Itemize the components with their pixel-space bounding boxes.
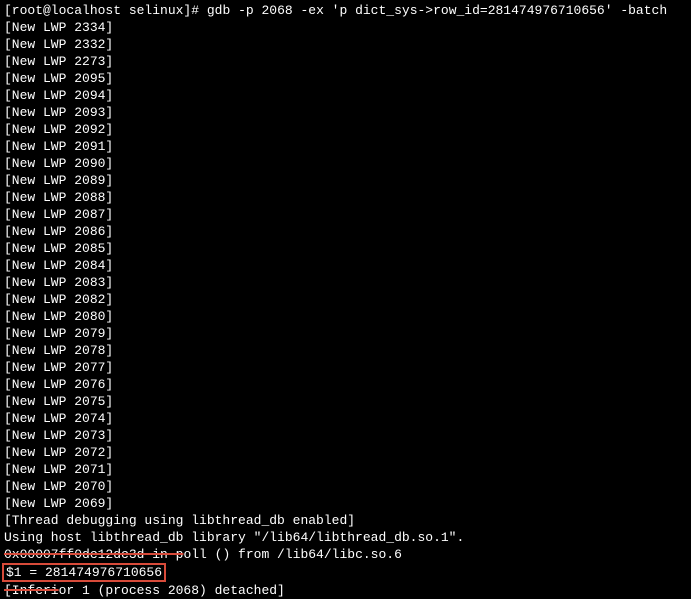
lwp-line: [New LWP 2085] xyxy=(4,240,687,257)
lwp-line: [New LWP 2076] xyxy=(4,376,687,393)
poll-strikethrough: 0x00007ff0dc12dc3d in p xyxy=(4,547,183,562)
lwp-line: [New LWP 2074] xyxy=(4,410,687,427)
lwp-line: [New LWP 2071] xyxy=(4,461,687,478)
lwp-line: [New LWP 2077] xyxy=(4,359,687,376)
lwp-line: [New LWP 2087] xyxy=(4,206,687,223)
lwp-line: [New LWP 2083] xyxy=(4,274,687,291)
lwp-line: [New LWP 2086] xyxy=(4,223,687,240)
lwp-line: [New LWP 2089] xyxy=(4,172,687,189)
terminal-output: [root@localhost selinux]# gdb -p 2068 -e… xyxy=(4,2,687,599)
lwp-line: [New LWP 2090] xyxy=(4,155,687,172)
lwp-line: [New LWP 2070] xyxy=(4,478,687,495)
lwp-line: [New LWP 2084] xyxy=(4,257,687,274)
lwp-line: [New LWP 2273] xyxy=(4,53,687,70)
command-text: gdb -p 2068 -ex 'p dict_sys->row_id=2814… xyxy=(207,3,667,18)
lwp-line: [New LWP 2091] xyxy=(4,138,687,155)
lwp-line: [New LWP 2073] xyxy=(4,427,687,444)
poll-rest: oll () from /lib64/libc.so.6 xyxy=(183,547,401,562)
lwp-line: [New LWP 2069] xyxy=(4,495,687,512)
prompt-line: [root@localhost selinux]# gdb -p 2068 -e… xyxy=(4,2,687,19)
lwp-line: [New LWP 2078] xyxy=(4,342,687,359)
lwp-line: [New LWP 2075] xyxy=(4,393,687,410)
lwp-line: [New LWP 2093] xyxy=(4,104,687,121)
lwp-line: [New LWP 2088] xyxy=(4,189,687,206)
thread-debug-line: [Thread debugging using libthread_db ena… xyxy=(4,512,687,529)
result-line: $1 = 281474976710656 xyxy=(4,563,687,582)
lwp-line: [New LWP 2092] xyxy=(4,121,687,138)
inferior-rest: or 1 (process 2068) detached] xyxy=(59,583,285,598)
lwp-line: [New LWP 2332] xyxy=(4,36,687,53)
lwp-line: [New LWP 2079] xyxy=(4,325,687,342)
inferior-strike: [Inferi xyxy=(4,583,59,598)
lwp-line: [New LWP 2334] xyxy=(4,19,687,36)
result-highlight: $1 = 281474976710656 xyxy=(2,563,166,582)
poll-line: 0x00007ff0dc12dc3d in poll () from /lib6… xyxy=(4,546,687,563)
lwp-line: [New LWP 2094] xyxy=(4,87,687,104)
prompt-user-host: [root@localhost selinux]# xyxy=(4,3,199,18)
lwp-line: [New LWP 2072] xyxy=(4,444,687,461)
lwp-line: [New LWP 2080] xyxy=(4,308,687,325)
lwp-line: [New LWP 2082] xyxy=(4,291,687,308)
lwp-line: [New LWP 2095] xyxy=(4,70,687,87)
inferior-line: [Inferior 1 (process 2068) detached] xyxy=(4,582,687,599)
host-lib-line: Using host libthread_db library "/lib64/… xyxy=(4,529,687,546)
lwp-list: [New LWP 2334][New LWP 2332][New LWP 227… xyxy=(4,19,687,512)
